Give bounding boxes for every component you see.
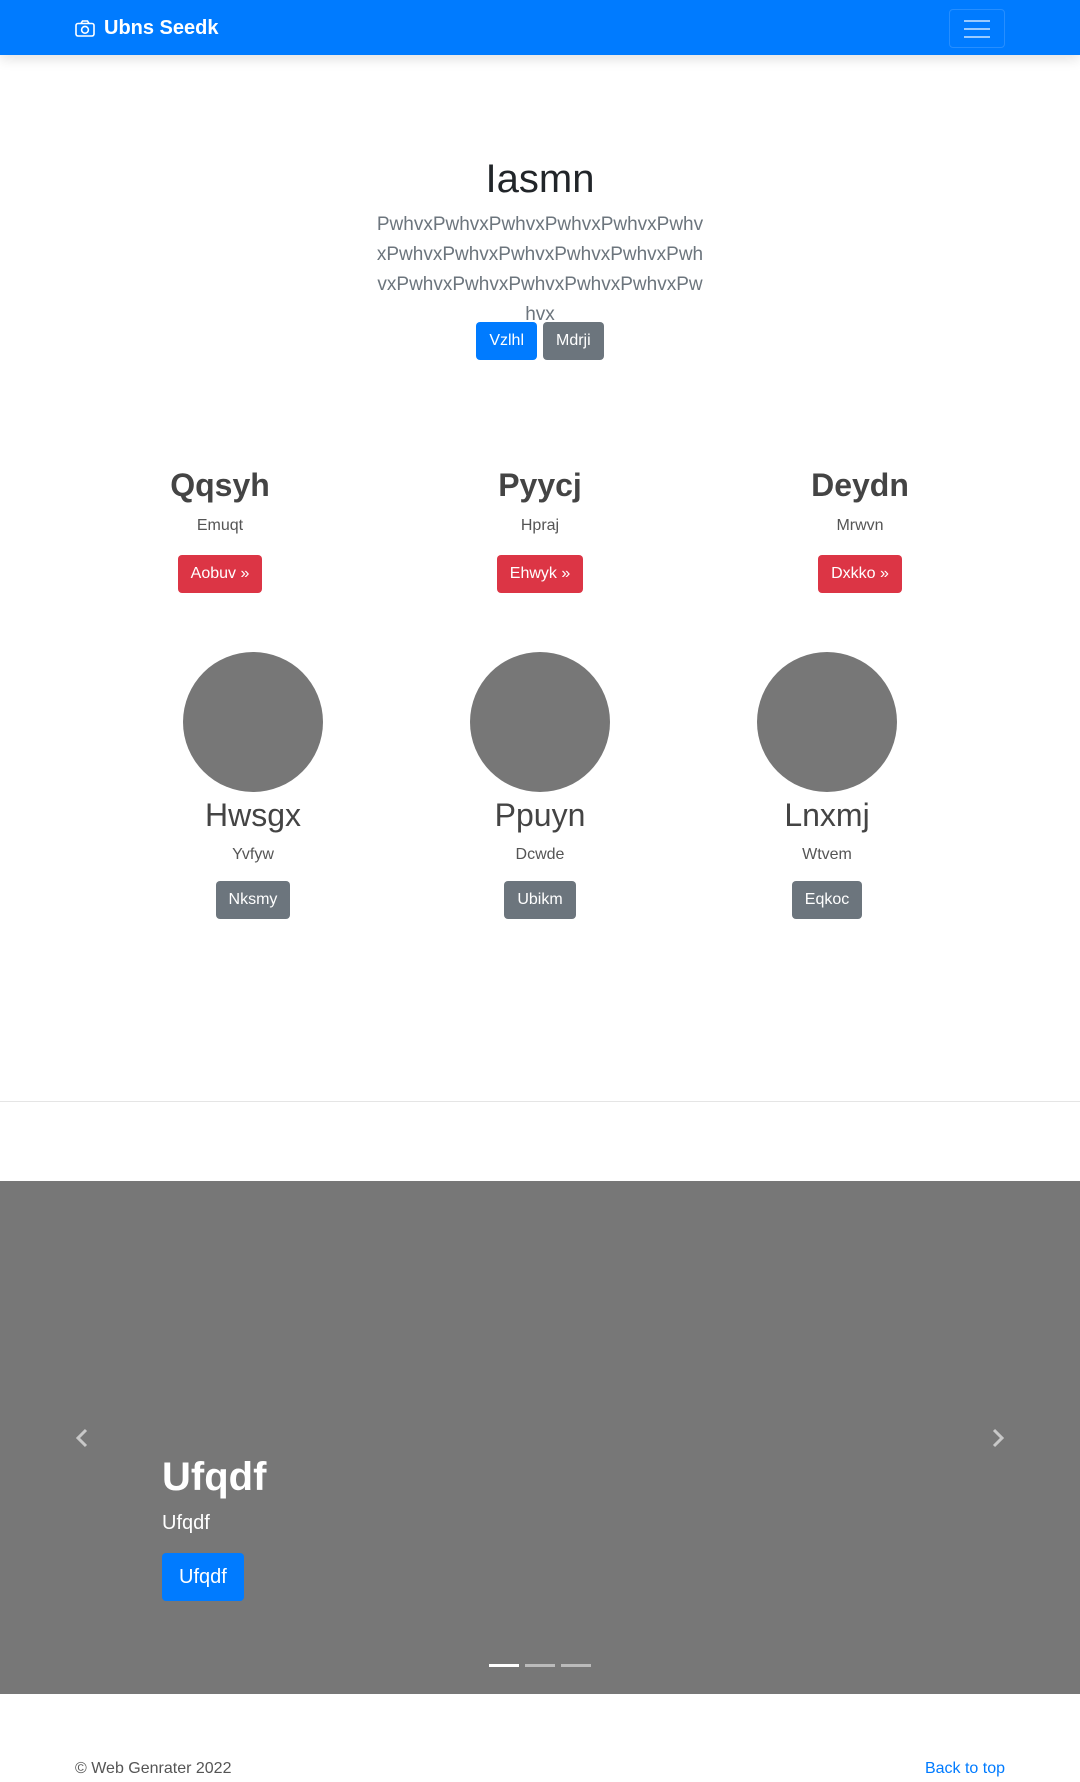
footer-copyright: © Web Genrater 2022 <box>75 1760 232 1777</box>
feature-text: Hpraj <box>520 517 560 534</box>
feature-column: Deydn Mrwvn Dxkko » <box>750 465 970 593</box>
person-text: Wtvem <box>802 846 852 863</box>
feature-text: Emuqt <box>196 517 244 534</box>
person-button[interactable]: Ubikm <box>504 881 576 919</box>
carousel-next-button[interactable] <box>983 1423 1013 1453</box>
person-button[interactable]: Eqkoc <box>791 881 863 919</box>
carousel-text: Ufqdf <box>162 1512 210 1534</box>
person-card: Hwsgx Yvfyw Nksmy <box>153 652 353 919</box>
person-text: Dcwde <box>515 846 565 863</box>
person-name: Hwsgx <box>204 797 301 833</box>
hero-title: Iasmn <box>485 157 595 201</box>
feature-text: Mrwvn <box>836 517 884 534</box>
brand-name: Ubns Seedk <box>104 16 219 39</box>
feature-heading: Qqsyh <box>170 467 270 503</box>
person-card: Lnxmj Wtvem Eqkoc <box>727 652 927 919</box>
hero-lead: PwhvxPwhvxPwhvxPwhvxPwhvxPwhvxPwhvxPwhvx… <box>376 214 704 325</box>
carousel: Ufqdf Ufqdf Ufqdf <box>0 1181 1080 1694</box>
carousel-indicators <box>0 1664 1080 1667</box>
avatar <box>183 652 323 792</box>
avatar <box>757 652 897 792</box>
hero-buttons: Vzlhl Mdrji <box>0 322 1080 360</box>
feature-heading: Deydn <box>811 467 909 503</box>
section-divider <box>0 1101 1080 1102</box>
hero-secondary-button[interactable]: Mdrji <box>543 322 604 360</box>
brand-link[interactable]: Ubns Seedk <box>75 14 218 42</box>
navbar-toggler-button[interactable] <box>949 9 1005 48</box>
person-text: Yvfyw <box>232 846 274 863</box>
feature-heading: Pyycj <box>498 467 582 503</box>
avatar <box>470 652 610 792</box>
carousel-indicator[interactable] <box>561 1664 591 1667</box>
chevron-right-icon <box>992 1428 1005 1448</box>
feature-column: Qqsyh Emuqt Aobuv » <box>110 465 330 593</box>
feature-button[interactable]: Ehwyk » <box>496 555 584 593</box>
person-name: Ppuyn <box>494 797 586 833</box>
carousel-caption: Ufqdf Ufqdf Ufqdf <box>162 1453 266 1601</box>
chevron-left-icon <box>75 1428 88 1448</box>
hero-primary-button[interactable]: Vzlhl <box>476 322 537 360</box>
navbar: Ubns Seedk <box>0 0 1080 55</box>
carousel-prev-button[interactable] <box>67 1423 97 1453</box>
carousel-button[interactable]: Ufqdf <box>162 1553 244 1601</box>
carousel-indicator[interactable] <box>525 1664 555 1667</box>
person-name: Lnxmj <box>784 797 870 833</box>
person-button[interactable]: Nksmy <box>215 881 291 919</box>
camera-icon <box>75 19 95 37</box>
carousel-indicator[interactable] <box>489 1664 519 1667</box>
feature-button[interactable]: Dxkko » <box>818 555 902 593</box>
carousel-heading: Ufqdf <box>162 1455 267 1499</box>
hamburger-menu-icon <box>964 19 990 22</box>
feature-button[interactable]: Aobuv » <box>177 555 263 593</box>
feature-column: Pyycj Hpraj Ehwyk » <box>430 465 650 593</box>
person-card: Ppuyn Dcwde Ubikm <box>440 652 640 919</box>
back-to-top-link[interactable]: Back to top <box>925 1760 1005 1778</box>
